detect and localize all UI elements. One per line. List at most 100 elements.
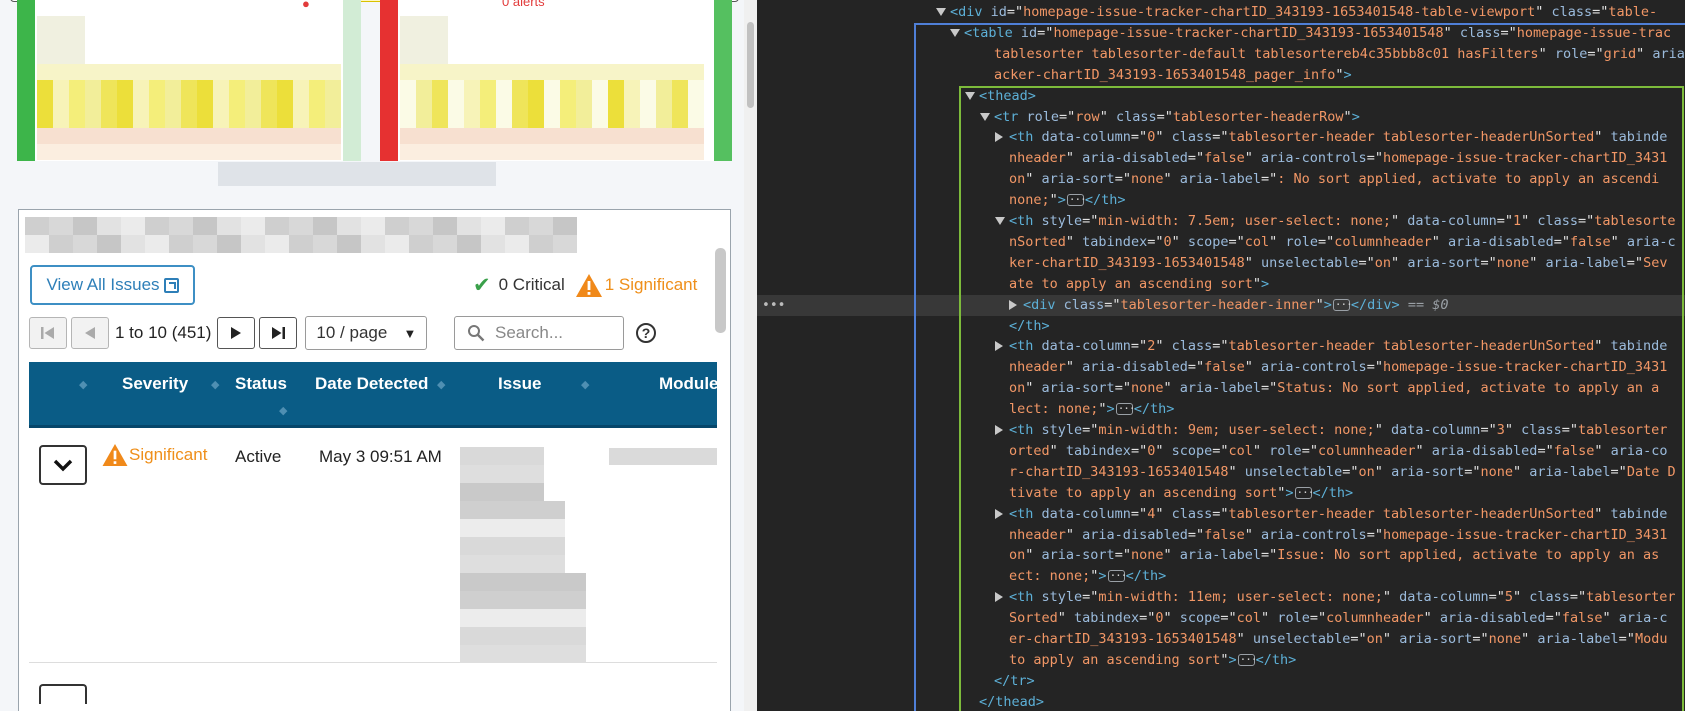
heatmap-cell xyxy=(229,96,245,112)
heatmap-cell xyxy=(241,217,265,235)
column-header-date-detected[interactable]: Date Detected xyxy=(315,374,428,394)
heatmap-cell xyxy=(101,128,117,144)
heatmap-cell xyxy=(512,64,528,80)
first-page-button[interactable] xyxy=(29,317,67,349)
blurred-panel-title xyxy=(25,217,577,253)
heatmap-cell xyxy=(608,80,624,96)
heatmap-cell xyxy=(480,64,496,80)
heatmap-cell xyxy=(505,235,529,253)
heatmap-cell xyxy=(512,96,528,112)
heatmap-cell xyxy=(37,16,53,32)
heatmap-cell xyxy=(25,235,49,253)
heatmap-cell xyxy=(460,519,481,537)
heatmap-cell xyxy=(213,96,229,112)
heatmap-cell xyxy=(289,217,313,235)
view-all-issues-button[interactable]: View All Issues xyxy=(30,265,195,305)
heatmap-cell xyxy=(165,96,181,112)
heatmap-cell xyxy=(400,32,416,48)
heatmap-cell xyxy=(69,32,85,48)
heatmap-cell xyxy=(53,48,69,64)
heatmap-cell xyxy=(523,483,544,501)
heatmap-cell xyxy=(245,112,261,128)
heatmap-cell xyxy=(213,128,229,144)
devtools-elements-panel: ••• <div id="homepage-issue-tracker-char… xyxy=(757,0,1685,711)
heatmap-cell xyxy=(502,447,523,465)
heatmap-cell xyxy=(523,627,544,645)
heatmap-cell xyxy=(293,80,309,96)
heatmap-cell xyxy=(496,64,512,80)
heatmap-cell xyxy=(400,48,416,64)
significant-count: 1 Significant xyxy=(604,275,698,294)
heatmap-cell xyxy=(523,555,544,573)
column-header-issue[interactable]: Issue xyxy=(498,374,541,394)
column-header-status[interactable]: Status xyxy=(235,374,287,394)
status-band-left xyxy=(380,0,398,161)
heatmap-cell xyxy=(672,96,688,112)
heatmap-cell xyxy=(289,235,313,253)
dom-node-line[interactable]: <div id="homepage-issue-tracker-chartID_… xyxy=(950,2,1657,23)
heatmap-cell xyxy=(229,128,245,144)
heatmap-cell xyxy=(640,64,656,80)
sort-icon[interactable]: ◆ xyxy=(581,378,589,391)
page-scrollbar[interactable] xyxy=(744,0,757,711)
sort-icon[interactable]: ◆ xyxy=(211,378,219,391)
heatmap-cell xyxy=(217,235,241,253)
column-header-module[interactable]: Module xyxy=(659,374,719,394)
heatmap-cell xyxy=(656,96,672,112)
heatmap-cell xyxy=(309,64,325,80)
heatmap-cell xyxy=(529,217,553,235)
search-input[interactable]: Search... xyxy=(454,316,624,350)
collapse-node-icon[interactable] xyxy=(936,8,946,16)
help-icon[interactable]: ? xyxy=(636,323,656,343)
heatmap-cell xyxy=(688,144,704,160)
first-page-icon xyxy=(41,327,54,339)
sort-icon[interactable]: ◆ xyxy=(79,378,87,391)
heatmap-cell xyxy=(448,144,464,160)
heatmap-cell xyxy=(640,144,656,160)
heatmap-cell xyxy=(213,80,229,96)
heatmap-cell xyxy=(265,217,289,235)
expand-row-button-next[interactable] xyxy=(39,684,87,704)
table-row[interactable]: Significant Active May 3 09:51 AM xyxy=(29,431,717,663)
node-actions-icon[interactable]: ••• xyxy=(762,295,785,316)
heatmap-cell xyxy=(576,80,592,96)
heatmap-cell xyxy=(277,80,293,96)
heatmap-cell xyxy=(53,112,69,128)
heatmap-cell xyxy=(361,235,385,253)
page-range: 1 to 10 (451) xyxy=(115,323,212,342)
heatmap-cell xyxy=(688,112,704,128)
heatmap-cell xyxy=(505,217,529,235)
last-page-button[interactable] xyxy=(259,317,298,349)
previous-page-button[interactable] xyxy=(71,317,109,349)
heatmap-cell xyxy=(169,235,193,253)
heatmap-cell xyxy=(544,128,560,144)
heatmap-cell xyxy=(261,80,277,96)
heatmap-cell xyxy=(181,80,197,96)
alert-dot: ● xyxy=(302,0,310,11)
heatmap-cell xyxy=(576,96,592,112)
heatmap-cell xyxy=(432,80,448,96)
heatmap-cell xyxy=(528,96,544,112)
code-token: homepage-issue-tracker-chartID_343193-16… xyxy=(1023,4,1536,20)
page-size-select[interactable]: 10 / page ▼ xyxy=(305,316,428,350)
heatmap-cell xyxy=(165,128,181,144)
heatmap-cell xyxy=(544,645,565,663)
next-page-button[interactable] xyxy=(217,317,256,349)
heatmap-cell xyxy=(85,64,101,80)
column-header-severity[interactable]: Severity xyxy=(122,374,188,394)
heatmap-cell xyxy=(672,80,688,96)
code-token: " xyxy=(1535,4,1552,20)
heatmap-cell xyxy=(560,128,576,144)
heatmap-cell xyxy=(672,64,688,80)
sort-icon[interactable]: ◆ xyxy=(437,378,445,391)
heatmap-cell xyxy=(544,501,565,519)
sort-icon[interactable]: ◆ xyxy=(279,404,287,417)
heatmap-cell xyxy=(512,80,528,96)
heatmap-cell xyxy=(544,609,565,627)
heatmap-cell xyxy=(293,144,309,160)
page-scrollbar-thumb[interactable] xyxy=(747,22,754,108)
heatmap-cell xyxy=(565,609,586,627)
panel-scrollbar-thumb[interactable] xyxy=(715,248,726,333)
heatmap-cell xyxy=(309,112,325,128)
expand-row-button[interactable] xyxy=(39,445,87,485)
